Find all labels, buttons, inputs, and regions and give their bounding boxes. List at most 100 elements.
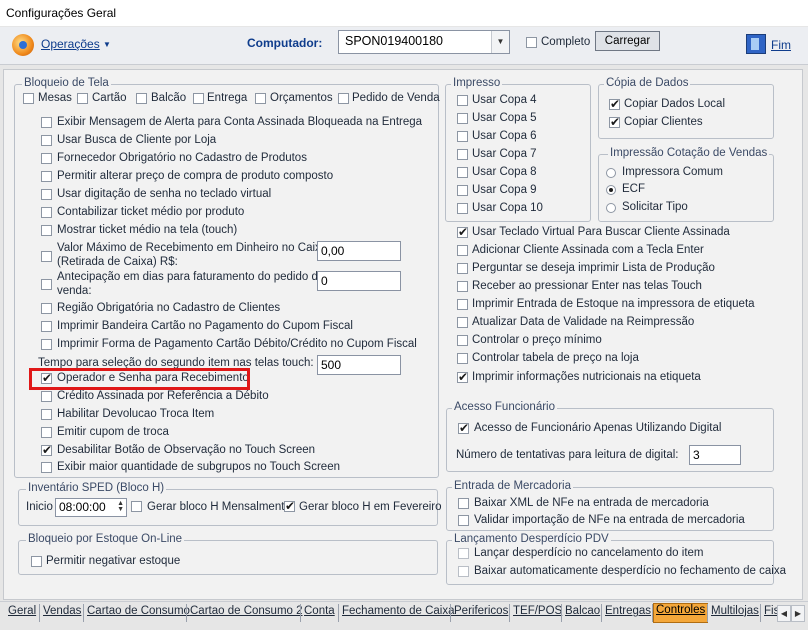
tab-conta[interactable]: Conta [304, 605, 335, 622]
impresso-option-0-label: Usar Teclado Virtual Para Buscar Cliente… [472, 226, 730, 238]
bloqueio-estoque-title: Bloqueio por Estoque On-Line [26, 533, 185, 545]
antecipacao-checkbox[interactable] [41, 279, 52, 290]
bloqueio-row-item-2-checkbox[interactable] [136, 93, 147, 104]
desperdicio-option-0-checkbox[interactable] [458, 548, 469, 559]
entrada-option-0-label: Baixar XML de NFe na entrada de mercador… [474, 497, 709, 509]
fim-button[interactable]: Fim [771, 38, 791, 52]
bloqueio-option-5-checkbox[interactable] [41, 207, 52, 218]
bloqueio-option-6-label: Mostrar ticket médio na tela (touch) [57, 224, 238, 236]
title-bar: Configurações Geral [0, 0, 808, 26]
bloqueio-row-item-0-label: Mesas [38, 92, 72, 104]
tab-separator [707, 604, 708, 622]
bloqueio-row-item-5-checkbox[interactable] [338, 93, 349, 104]
copa-9-checkbox[interactable] [457, 185, 468, 196]
gerar-fevereiro-checkbox[interactable] [284, 499, 295, 513]
tab-fechamento-de-caixa[interactable]: Fechamento de Caixa [342, 605, 455, 622]
inicio-time-value: 08:00:00 [59, 500, 106, 514]
valor-maximo-checkbox[interactable] [41, 251, 52, 262]
bloqueio-row-item-1-checkbox[interactable] [77, 93, 88, 104]
copa-4-checkbox[interactable] [457, 95, 468, 106]
bloqueio-option3-4-checkbox[interactable] [41, 443, 52, 457]
bloqueio-option3-5-checkbox[interactable] [41, 462, 52, 473]
bloqueio-row-item-3-checkbox[interactable] [193, 93, 204, 104]
bloqueio-option-6-checkbox[interactable] [41, 225, 52, 236]
bloqueio-option3-3-checkbox[interactable] [41, 427, 52, 438]
valor-maximo-input[interactable]: 0,00 [317, 241, 401, 261]
copia-option-0-checkbox[interactable] [609, 97, 620, 111]
tab-tef-pos[interactable]: TEF/POS [513, 605, 562, 622]
copa-6-checkbox[interactable] [457, 131, 468, 142]
tab-multilojas[interactable]: Multilojas [711, 605, 759, 622]
tab-perifericos[interactable]: Perifericos [454, 605, 508, 622]
tentativas-input[interactable]: 3 [689, 445, 741, 465]
cotacao-radio-label-1: ECF [622, 183, 645, 195]
carregar-button[interactable]: Carregar [595, 31, 660, 51]
chevron-down-icon[interactable]: ▼ [103, 40, 111, 49]
bloqueio-option2-1-checkbox[interactable] [41, 321, 52, 332]
copia-option-1-checkbox[interactable] [609, 115, 620, 129]
bloqueio-row-item-4-checkbox[interactable] [255, 93, 266, 104]
bloqueio-option3-2-checkbox[interactable] [41, 409, 52, 420]
acesso-digital-checkbox[interactable] [458, 421, 469, 435]
tab-geral[interactable]: Geral [8, 605, 36, 622]
entrada-option-0-checkbox[interactable] [458, 498, 469, 509]
operations-icon[interactable] [12, 34, 34, 56]
spin-arrows-icon[interactable]: ▲ ▼ [117, 500, 124, 513]
bloqueio-option3-5-label: Exibir maior quantidade de subgrupos no … [57, 461, 340, 473]
copa-8-checkbox[interactable] [457, 167, 468, 178]
gerar-mensal-checkbox[interactable] [131, 501, 142, 512]
tab-cartao-de-consumo[interactable]: Cartao de Consumo [87, 605, 190, 622]
tab-entregas[interactable]: Entregas [605, 605, 651, 622]
copa-7-checkbox[interactable] [457, 149, 468, 160]
impresso-option-0-checkbox[interactable] [457, 225, 468, 239]
impresso-option-7-checkbox[interactable] [457, 353, 468, 364]
tab-cartao-de-consumo-2[interactable]: Cartao de Consumo 2 [190, 605, 303, 622]
impresso-option-3-checkbox[interactable] [457, 281, 468, 292]
tab-scroll-left-icon[interactable]: ◀ [777, 605, 791, 622]
antecipacao-input[interactable]: 0 [317, 271, 401, 291]
tempo-input[interactable]: 500 [317, 355, 401, 375]
copa-10-checkbox[interactable] [457, 203, 468, 214]
copa-5-checkbox[interactable] [457, 113, 468, 124]
valor-maximo-label-2: (Retirada de Caixa) R$: [57, 256, 178, 268]
bloqueio-option-2-checkbox[interactable] [41, 153, 52, 164]
bloqueio-option-3-checkbox[interactable] [41, 171, 52, 182]
inicio-time-input[interactable]: 08:00:00 ▲ ▼ [55, 498, 127, 517]
exit-door-icon[interactable] [746, 34, 766, 54]
desperdicio-option-1-checkbox[interactable] [458, 566, 469, 577]
tab-vendas[interactable]: Vendas [43, 605, 81, 622]
tab-balcao[interactable]: Balcao [565, 605, 600, 622]
permitir-negativar-checkbox[interactable] [31, 556, 42, 567]
bloqueio-option2-2-checkbox[interactable] [41, 339, 52, 350]
entrada-option-1-checkbox[interactable] [458, 515, 469, 526]
impresso-option-3-label: Receber ao pressionar Enter nas telas To… [472, 280, 702, 292]
bloqueio-row-item-2-label: Balcão [151, 92, 187, 104]
bloqueio-option-0-checkbox[interactable] [41, 117, 52, 128]
operations-menu-button[interactable]: Operações [41, 37, 100, 51]
acesso-funcionario-title: Acesso Funcionário [452, 401, 557, 413]
bloqueio-option-2-label: Fornecedor Obrigatório no Cadastro de Pr… [57, 152, 307, 164]
dropdown-arrow-icon[interactable]: ▼ [491, 31, 509, 53]
bloqueio-row-item-0-checkbox[interactable] [23, 93, 34, 104]
impresso-option-4-checkbox[interactable] [457, 299, 468, 310]
tab-controles[interactable]: Controles [653, 603, 709, 623]
cotacao-radio-1[interactable] [606, 185, 616, 195]
bloqueio-option-4-checkbox[interactable] [41, 189, 52, 200]
impresso-option-7-label: Controlar tabela de preço na loja [472, 352, 639, 364]
bloqueio-option3-1-checkbox[interactable] [41, 391, 52, 402]
tab-scroll-right-icon[interactable]: ▶ [791, 605, 805, 622]
computador-select[interactable]: SPON019400180 ▼ [338, 30, 510, 54]
inventario-title: Inventário SPED (Bloco H) [26, 482, 167, 494]
bloqueio-option-1-checkbox[interactable] [41, 135, 52, 146]
impresso-option-8-checkbox[interactable] [457, 370, 468, 384]
impresso-option-2-checkbox[interactable] [457, 263, 468, 274]
impresso-option-5-checkbox[interactable] [457, 317, 468, 328]
tab-separator [83, 604, 84, 622]
cotacao-radio-0[interactable] [606, 168, 616, 178]
bloqueio-option2-0-checkbox[interactable] [41, 303, 52, 314]
cotacao-radio-2[interactable] [606, 203, 616, 213]
bloqueio-option-1-label: Usar Busca de Cliente por Loja [57, 134, 217, 146]
completo-checkbox[interactable] [526, 37, 537, 48]
impresso-option-6-checkbox[interactable] [457, 335, 468, 346]
impresso-option-1-checkbox[interactable] [457, 245, 468, 256]
